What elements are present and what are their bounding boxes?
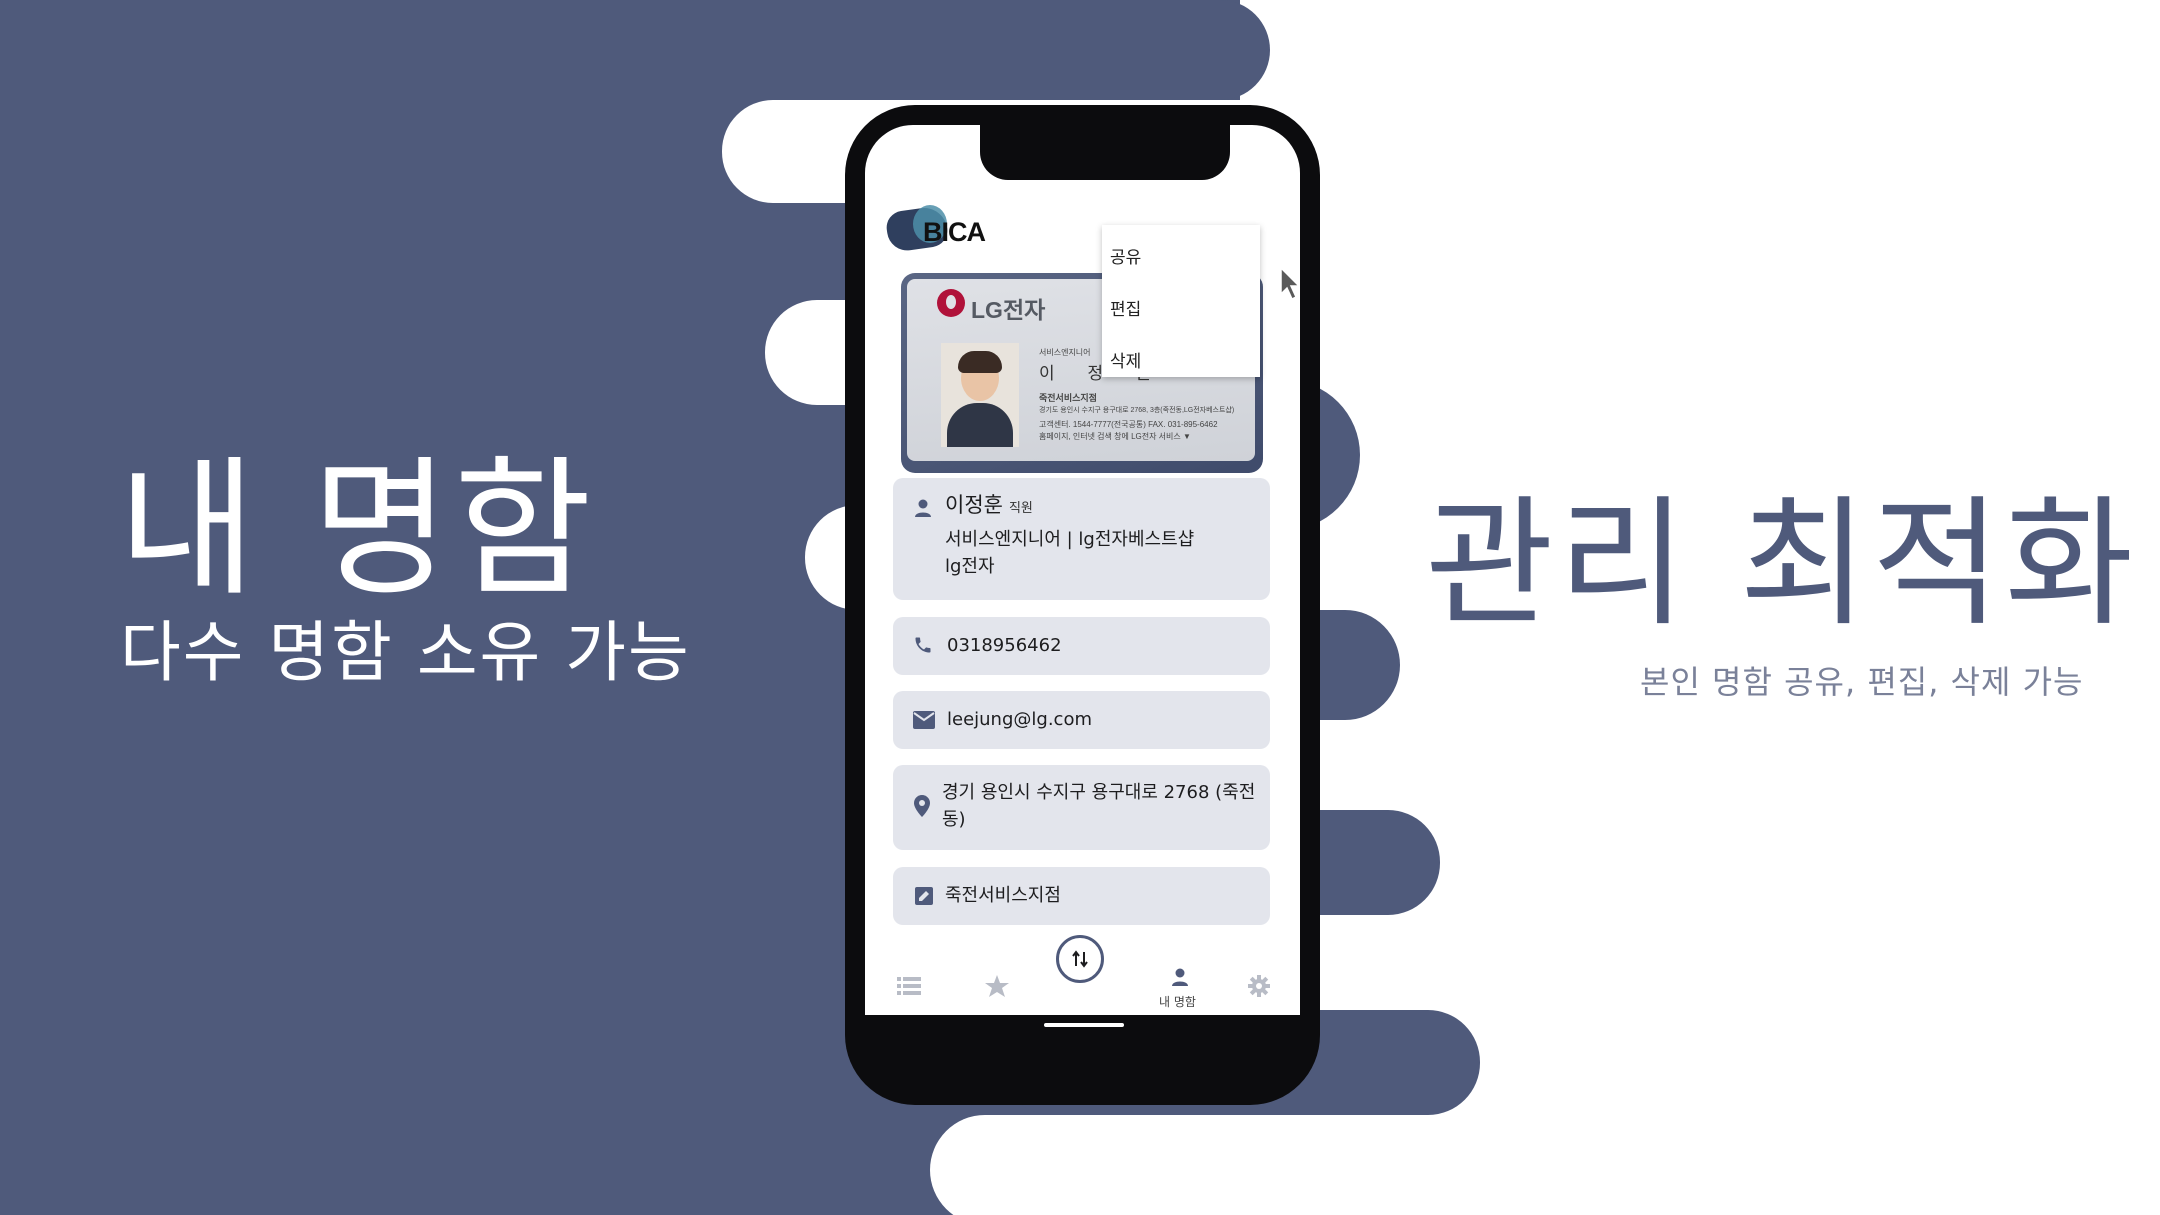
portrait-photo — [941, 343, 1019, 447]
person-icon — [915, 499, 931, 517]
logo-text: BICA — [923, 217, 986, 247]
profile-position: 서비스엔지니어 | lg전자베스트샵 — [945, 529, 1195, 550]
nav-favorites[interactable] — [973, 955, 1023, 1015]
phone-number: 0318956462 — [947, 635, 1062, 656]
swap-card-button[interactable] — [1056, 935, 1104, 983]
nav-card-list[interactable] — [885, 955, 935, 1015]
person-icon — [1172, 968, 1188, 986]
nav-settings[interactable] — [1235, 955, 1285, 1015]
menu-item-edit[interactable]: 편집 — [1110, 295, 1141, 320]
home-indicator — [1044, 1023, 1124, 1027]
phone-icon — [915, 637, 931, 653]
context-menu: 공유 편집 삭제 — [1102, 225, 1260, 377]
left-subheadline: 다수 명함 소유 가능 — [120, 614, 691, 691]
memo-text: 죽전서비스지점 — [945, 885, 1061, 906]
gear-icon — [1248, 975, 1270, 997]
mail-icon — [913, 711, 935, 729]
phone-notch — [980, 125, 1230, 180]
right-subheadline: 본인 명함 공유, 편집, 삭제 가능 — [1640, 663, 2084, 701]
right-headline: 관리 최적화 — [1425, 483, 2138, 646]
pointer-cursor-icon — [1280, 267, 1300, 301]
left-headline: 내 명함 — [118, 443, 596, 617]
app-logo: BICA — [884, 205, 997, 255]
portrait-hair — [958, 351, 1002, 373]
address-text: 경기 용인시 수지구 용구대로 2768 (죽전동) — [942, 782, 1256, 830]
list-icon — [897, 977, 921, 995]
profile-name: 이정훈 — [945, 493, 1003, 517]
profile-title: 직원 — [1008, 501, 1033, 516]
menu-item-share[interactable]: 공유 — [1110, 243, 1141, 268]
memo-panel[interactable]: 죽전서비스지점 — [893, 867, 1270, 925]
phone-screen: BICA LG전자 서비스엔지니어 이 정 훈 죽전서비스지점 경기도 용인시 … — [865, 125, 1300, 1015]
edit-note-icon — [915, 887, 933, 905]
card-branch: 죽전서비스지점 — [1039, 393, 1097, 403]
promo-slide: 내 명함 다수 명함 소유 가능 관리 최적화 본인 명함 공유, 편집, 삭제… — [0, 0, 2160, 1215]
card-dept: 서비스엔지니어 — [1039, 348, 1091, 357]
portrait-body — [947, 403, 1013, 447]
email-panel[interactable]: leejung@lg.com — [893, 691, 1270, 749]
card-brand: LG전자 — [971, 297, 1046, 323]
card-web: 홈페이지, 인터넷 검색 창에 LG전자 서비스 ▼ — [1039, 432, 1191, 441]
swap-icon — [1072, 950, 1088, 968]
name-row: 이정훈 직원 — [945, 492, 1033, 522]
menu-item-delete[interactable]: 삭제 — [1110, 347, 1141, 372]
phone-panel[interactable]: 0318956462 — [893, 617, 1270, 675]
email-address: leejung@lg.com — [947, 709, 1092, 730]
phone-frame: BICA LG전자 서비스엔지니어 이 정 훈 죽전서비스지점 경기도 용인시 … — [845, 105, 1320, 1105]
card-address: 경기도 용인시 수지구 용구대로 2768, 3층(죽전동,LG전자베스트샵) — [1039, 407, 1235, 414]
lg-logo-icon — [937, 289, 965, 317]
address-panel[interactable]: 경기 용인시 수지구 용구대로 2768 (죽전동) — [893, 765, 1270, 850]
card-phone: 고객센터. 1544-7777(전국공통) FAX. 031-895-6462 — [1039, 420, 1218, 429]
location-pin-icon — [914, 795, 930, 817]
nav-my-card-label: 내 명함 — [1159, 995, 1196, 1009]
star-icon — [985, 975, 1009, 997]
profile-company: lg전자 — [945, 556, 995, 577]
nav-my-card[interactable]: 내 명함 — [1145, 955, 1215, 1015]
profile-panel: 이정훈 직원 서비스엔지니어 | lg전자베스트샵 lg전자 — [893, 478, 1270, 600]
